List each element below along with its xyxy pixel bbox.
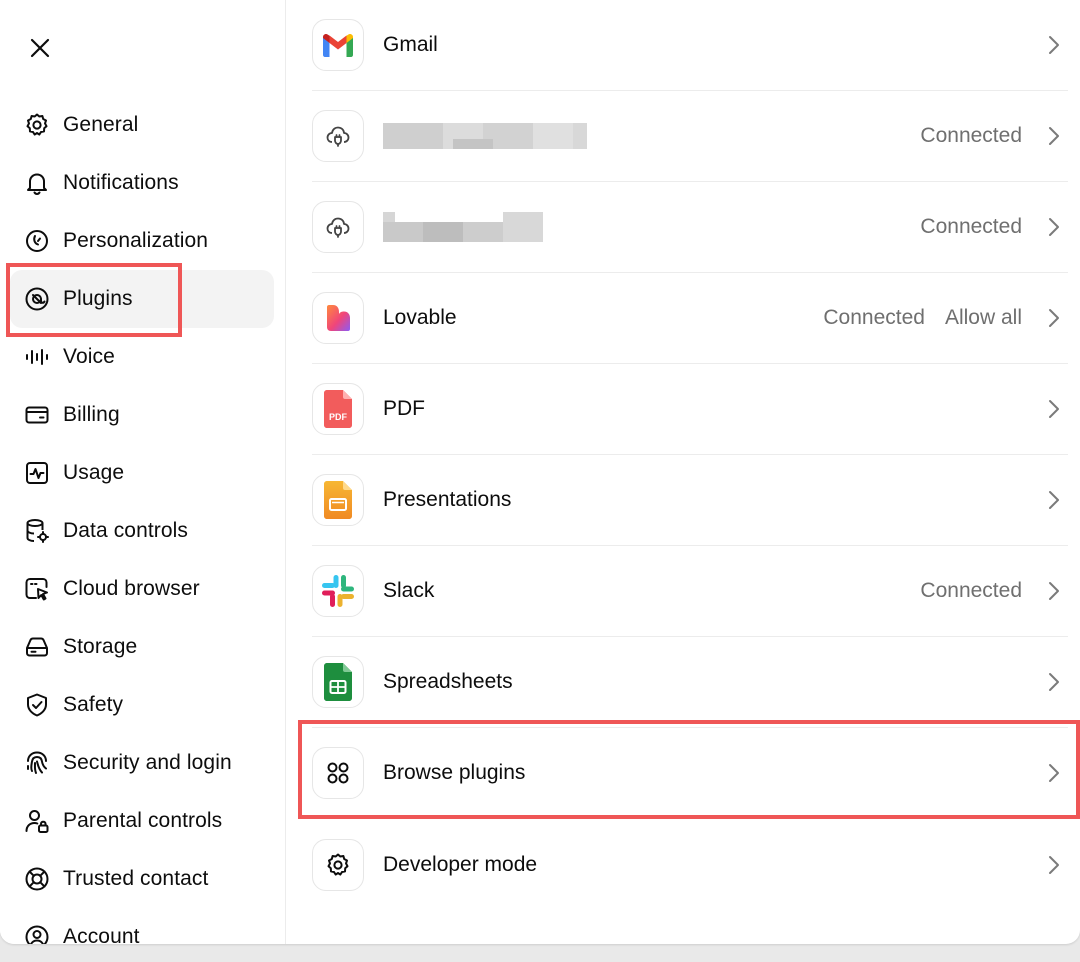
sidebar-item-label: Security and login — [63, 751, 232, 774]
plugin-name: Slack — [383, 579, 435, 602]
sidebar-item-label: Usage — [63, 461, 125, 484]
plugin-row-spreadsheets[interactable]: Spreadsheets — [312, 637, 1068, 728]
lovable-heart-icon — [312, 292, 364, 344]
cloud-plugin-icon — [312, 110, 364, 162]
storage-drive-icon — [22, 632, 52, 662]
redacted-plugin-name — [383, 212, 593, 242]
sidebar-item-label: Plugins — [63, 287, 133, 310]
sidebar-item-data-controls[interactable]: Data controls — [10, 502, 274, 560]
chevron-right-icon — [1042, 579, 1066, 603]
sidebar-item-label: Data controls — [63, 519, 189, 542]
redacted-plugin-name — [383, 121, 593, 151]
grid-four-circles-icon — [312, 747, 364, 799]
developer-mode-row[interactable]: Developer mode — [312, 819, 1068, 910]
sidebar-item-account[interactable]: Account — [10, 908, 274, 944]
connection-status: Connected — [823, 306, 925, 329]
permission-status: Allow all — [944, 306, 1022, 329]
chevron-right-icon — [1042, 306, 1066, 330]
sidebar-item-storage[interactable]: Storage — [10, 618, 274, 676]
sidebar-item-label: Parental controls — [63, 809, 223, 832]
svg-text:PDF: PDF — [329, 412, 348, 422]
fingerprint-icon — [22, 748, 52, 778]
gear-icon — [22, 110, 52, 140]
chevron-right-icon — [1042, 761, 1066, 785]
plugin-name: PDF — [383, 397, 425, 420]
sidebar-item-cloud-browser[interactable]: Cloud browser — [10, 560, 274, 618]
plugin-row-lovable[interactable]: Lovable Connected Allow all — [312, 273, 1068, 364]
plugin-row-gmail[interactable]: Gmail — [312, 0, 1068, 91]
plugin-row-redacted-1[interactable]: Connected — [312, 91, 1068, 182]
sidebar-item-plugins[interactable]: Plugins — [10, 270, 274, 328]
sidebar-item-label: General — [63, 113, 139, 136]
plugins-icon — [22, 284, 52, 314]
slack-icon — [312, 565, 364, 617]
bell-icon — [22, 168, 52, 198]
connection-status: Connected — [920, 579, 1022, 602]
sidebar-item-trusted-contact[interactable]: Trusted contact — [10, 850, 274, 908]
sidebar-item-personalization[interactable]: Personalization — [10, 212, 274, 270]
settings-sidebar: General Notifications Personalization Pl… — [0, 0, 286, 944]
sidebar-item-label: Cloud browser — [63, 577, 200, 600]
plugin-row-pdf[interactable]: PDF PDF — [312, 364, 1068, 455]
sidebar-item-billing[interactable]: Billing — [10, 386, 274, 444]
sidebar-item-label: Notifications — [63, 171, 179, 194]
usage-chart-icon — [22, 458, 52, 488]
user-lock-icon — [22, 806, 52, 836]
gmail-icon — [312, 19, 364, 71]
plugin-name: Presentations — [383, 488, 512, 511]
chevron-right-icon — [1042, 124, 1066, 148]
database-gear-icon — [22, 516, 52, 546]
sidebar-item-general[interactable]: General — [10, 96, 274, 154]
plugin-name: Spreadsheets — [383, 670, 513, 693]
sidebar-item-notifications[interactable]: Notifications — [10, 154, 274, 212]
close-button[interactable] — [22, 30, 58, 66]
settings-panel: General Notifications Personalization Pl… — [0, 0, 1080, 944]
sidebar-item-label: Voice — [63, 345, 115, 368]
sidebar-item-label: Account — [63, 925, 140, 944]
plugin-name: Gmail — [383, 33, 438, 56]
sidebar-item-safety[interactable]: Safety — [10, 676, 274, 734]
sidebar-item-label: Trusted contact — [63, 867, 209, 890]
plugin-row-redacted-2[interactable]: Connected — [312, 182, 1068, 273]
connection-status: Connected — [920, 124, 1022, 147]
plugins-list: Gmail Connected Connected Lovable Connec… — [286, 0, 1080, 944]
chevron-right-icon — [1042, 33, 1066, 57]
sidebar-item-voice[interactable]: Voice — [10, 328, 274, 386]
shield-check-icon — [22, 690, 52, 720]
sidebar-item-label: Billing — [63, 403, 120, 426]
connection-status: Connected — [920, 215, 1022, 238]
lifebuoy-icon — [22, 864, 52, 894]
plugin-name: Developer mode — [383, 852, 538, 876]
chevron-right-icon — [1042, 215, 1066, 239]
chevron-right-icon — [1042, 853, 1066, 877]
presentation-icon — [312, 474, 364, 526]
spreadsheet-icon — [312, 656, 364, 708]
chevron-right-icon — [1042, 397, 1066, 421]
voice-wave-icon — [22, 342, 52, 372]
plugin-name: Browse plugins — [383, 761, 526, 784]
plugin-row-slack[interactable]: Slack Connected — [312, 546, 1068, 637]
sidebar-item-usage[interactable]: Usage — [10, 444, 274, 502]
plugin-row-presentations[interactable]: Presentations — [312, 455, 1068, 546]
browse-plugins-row[interactable]: Browse plugins — [312, 728, 1068, 819]
sidebar-item-label: Personalization — [63, 229, 209, 252]
chevron-right-icon — [1042, 670, 1066, 694]
sidebar-item-security-and-login[interactable]: Security and login — [10, 734, 274, 792]
plugin-name: Lovable — [383, 306, 457, 329]
cloud-browser-icon — [22, 574, 52, 604]
account-icon — [22, 922, 52, 944]
sidebar-item-label: Storage — [63, 635, 138, 658]
close-icon — [30, 38, 50, 58]
sidebar-item-parental-controls[interactable]: Parental controls — [10, 792, 274, 850]
chevron-right-icon — [1042, 488, 1066, 512]
credit-card-icon — [22, 400, 52, 430]
cloud-plugin-icon — [312, 201, 364, 253]
gear-icon — [312, 838, 364, 891]
pdf-file-icon: PDF — [312, 383, 364, 435]
sidebar-item-label: Safety — [63, 693, 124, 716]
personalization-icon — [22, 226, 52, 256]
